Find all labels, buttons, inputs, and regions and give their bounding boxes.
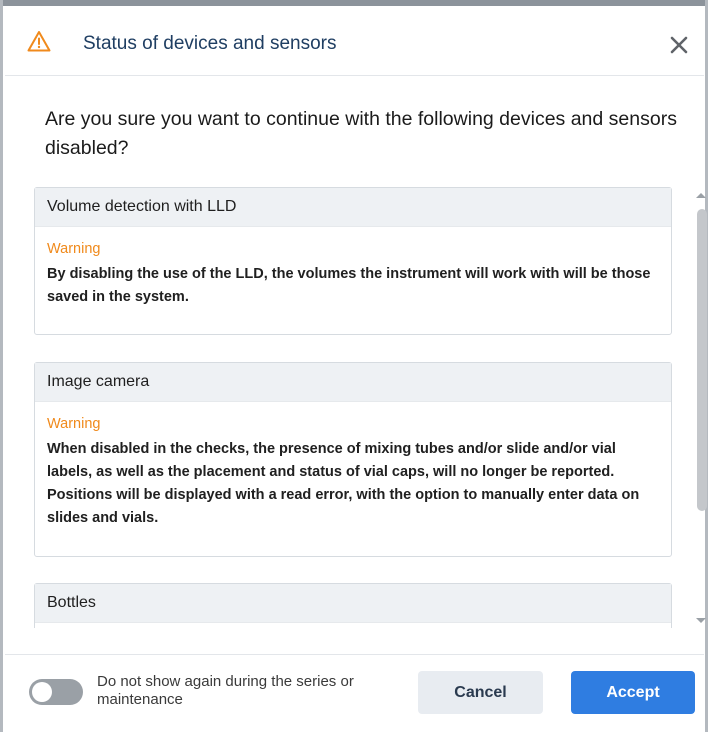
dialog-footer: Do not show again during the series or m… <box>5 654 704 733</box>
list-scrollbar[interactable] <box>695 189 708 629</box>
device-card-bottles: Bottles <box>34 583 672 628</box>
device-card-body: Warning By disabling the use of the LLD,… <box>35 227 671 309</box>
warning-text: When disabled in the checks, the presenc… <box>47 441 640 526</box>
warning-text: By disabling the use of the LLD, the vol… <box>47 266 651 305</box>
confirmation-question: Are you sure you want to continue with t… <box>45 108 677 159</box>
window-left-border <box>0 0 3 732</box>
dialog-header: Status of devices and sensors <box>5 6 704 76</box>
dialog-title: Status of devices and sensors <box>83 33 337 54</box>
device-card-title: Volume detection with LLD <box>35 188 671 227</box>
accept-button[interactable]: Accept <box>571 671 695 714</box>
warning-label: Warning <box>47 416 101 432</box>
scroll-down-arrow-icon[interactable] <box>696 618 706 623</box>
status-dialog: Status of devices and sensors Are you su… <box>5 6 707 733</box>
device-card-lld: Volume detection with LLD Warning By dis… <box>34 187 672 335</box>
toggle-knob <box>32 682 52 702</box>
cancel-button[interactable]: Cancel <box>418 671 543 714</box>
device-card-body: Warning When disabled in the checks, the… <box>35 402 671 530</box>
warning-triangle-icon <box>27 31 51 52</box>
close-icon[interactable] <box>665 31 693 59</box>
disabled-devices-list[interactable]: Volume detection with LLD Warning By dis… <box>34 187 674 628</box>
device-card-image-camera: Image camera Warning When disabled in th… <box>34 362 672 557</box>
scroll-up-arrow-icon[interactable] <box>696 193 706 198</box>
warning-label: Warning <box>47 241 101 257</box>
dialog-frame: Status of devices and sensors Are you su… <box>0 0 708 732</box>
do-not-show-again-toggle[interactable] <box>29 679 83 705</box>
scrollbar-thumb[interactable] <box>697 209 707 511</box>
device-card-title: Image camera <box>35 363 671 402</box>
device-card-title: Bottles <box>35 584 671 623</box>
do-not-show-again-label: Do not show again during the series or m… <box>97 673 354 708</box>
